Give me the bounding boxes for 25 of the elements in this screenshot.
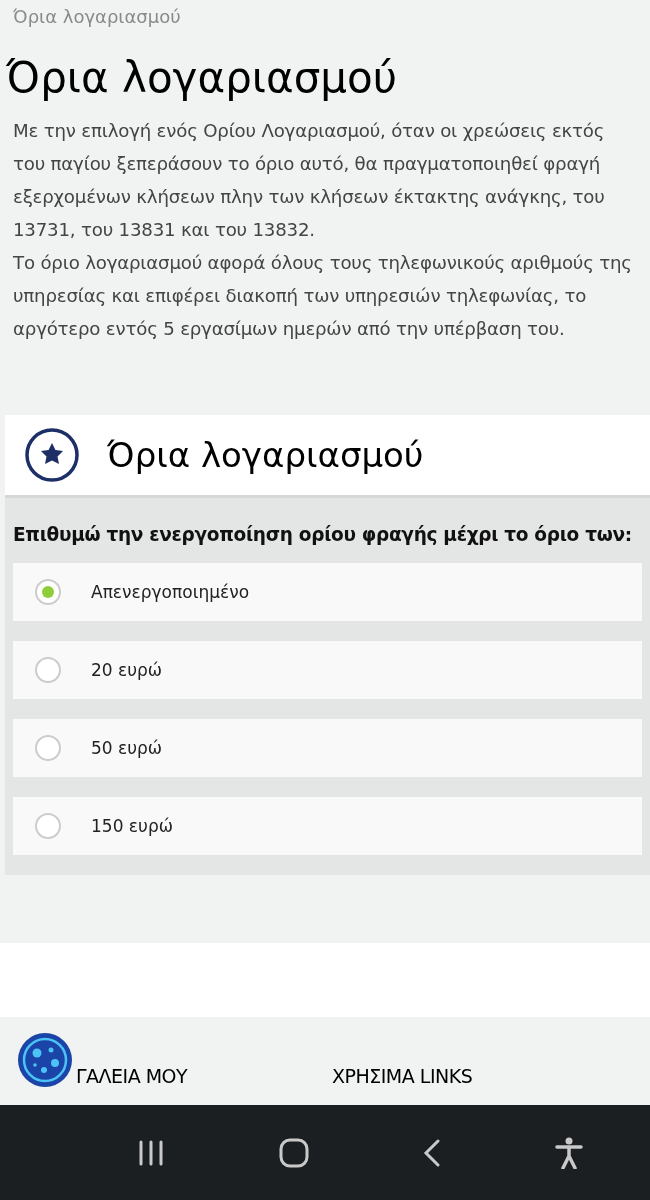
radio-option[interactable]: 150 ευρώ bbox=[13, 797, 642, 855]
home-icon[interactable] bbox=[279, 1137, 309, 1168]
radio-option[interactable]: 20 ευρώ bbox=[13, 641, 642, 699]
radio-button[interactable] bbox=[35, 735, 61, 761]
footer-link[interactable]: ΓΑΛΕΙΑ ΜΟΥ bbox=[76, 1065, 188, 1087]
recent-apps-icon[interactable] bbox=[137, 1138, 165, 1167]
option-label: Απενεργοποιημένο bbox=[91, 582, 250, 602]
description-paragraph: Με την επιλογή ενός Ορίου Λογαριασμού, όταν οι χρεώσεις εκτός του παγίου ξεπεράσουν το όριο αυτό, θα πραγματοποιηθεί φραγή εξερχομένων κλήσεων πλην των κλήσεων έκτακτης ανάγκης, του 13731, του 13831 και του 13832. bbox=[13, 119, 606, 242]
description-paragraph: Το όριο λογαριασμού αφορά όλους τους τηλεφωνικούς αριθμούς της υπηρεσίας και επιφέρει διακοπή των υπηρεσιών τηλεφωνίας, το αργότερο εντός 5 εργασίμων ημερών από την υπέρβαση του. bbox=[13, 251, 633, 341]
back-icon[interactable] bbox=[423, 1138, 441, 1167]
option-label: 20 ευρώ bbox=[91, 660, 163, 680]
radio-option[interactable]: Απενεργοποιημένο bbox=[13, 563, 642, 621]
page-title: Όρια λογαριασμού bbox=[6, 53, 399, 102]
option-label: 150 ευρώ bbox=[91, 816, 173, 836]
option-label: 50 ευρώ bbox=[91, 738, 163, 758]
footer-link[interactable]: ΧΡΗΣΙΜΑ LINKS bbox=[332, 1065, 473, 1087]
radio-button[interactable] bbox=[35, 579, 61, 605]
radio-button[interactable] bbox=[35, 813, 61, 839]
card-title: Όρια λογαριασμού bbox=[107, 435, 424, 475]
cookie-icon[interactable] bbox=[16, 1031, 74, 1089]
breadcrumb: Όρια λογαριασμού bbox=[13, 6, 182, 27]
accessibility-icon[interactable] bbox=[555, 1136, 583, 1169]
radio-button[interactable] bbox=[35, 657, 61, 683]
radio-option[interactable]: 50 ευρώ bbox=[13, 719, 642, 777]
question-label: Επιθυμώ την ενεργοποίηση ορίου φραγής μέχρι το όριο των: bbox=[13, 524, 633, 545]
